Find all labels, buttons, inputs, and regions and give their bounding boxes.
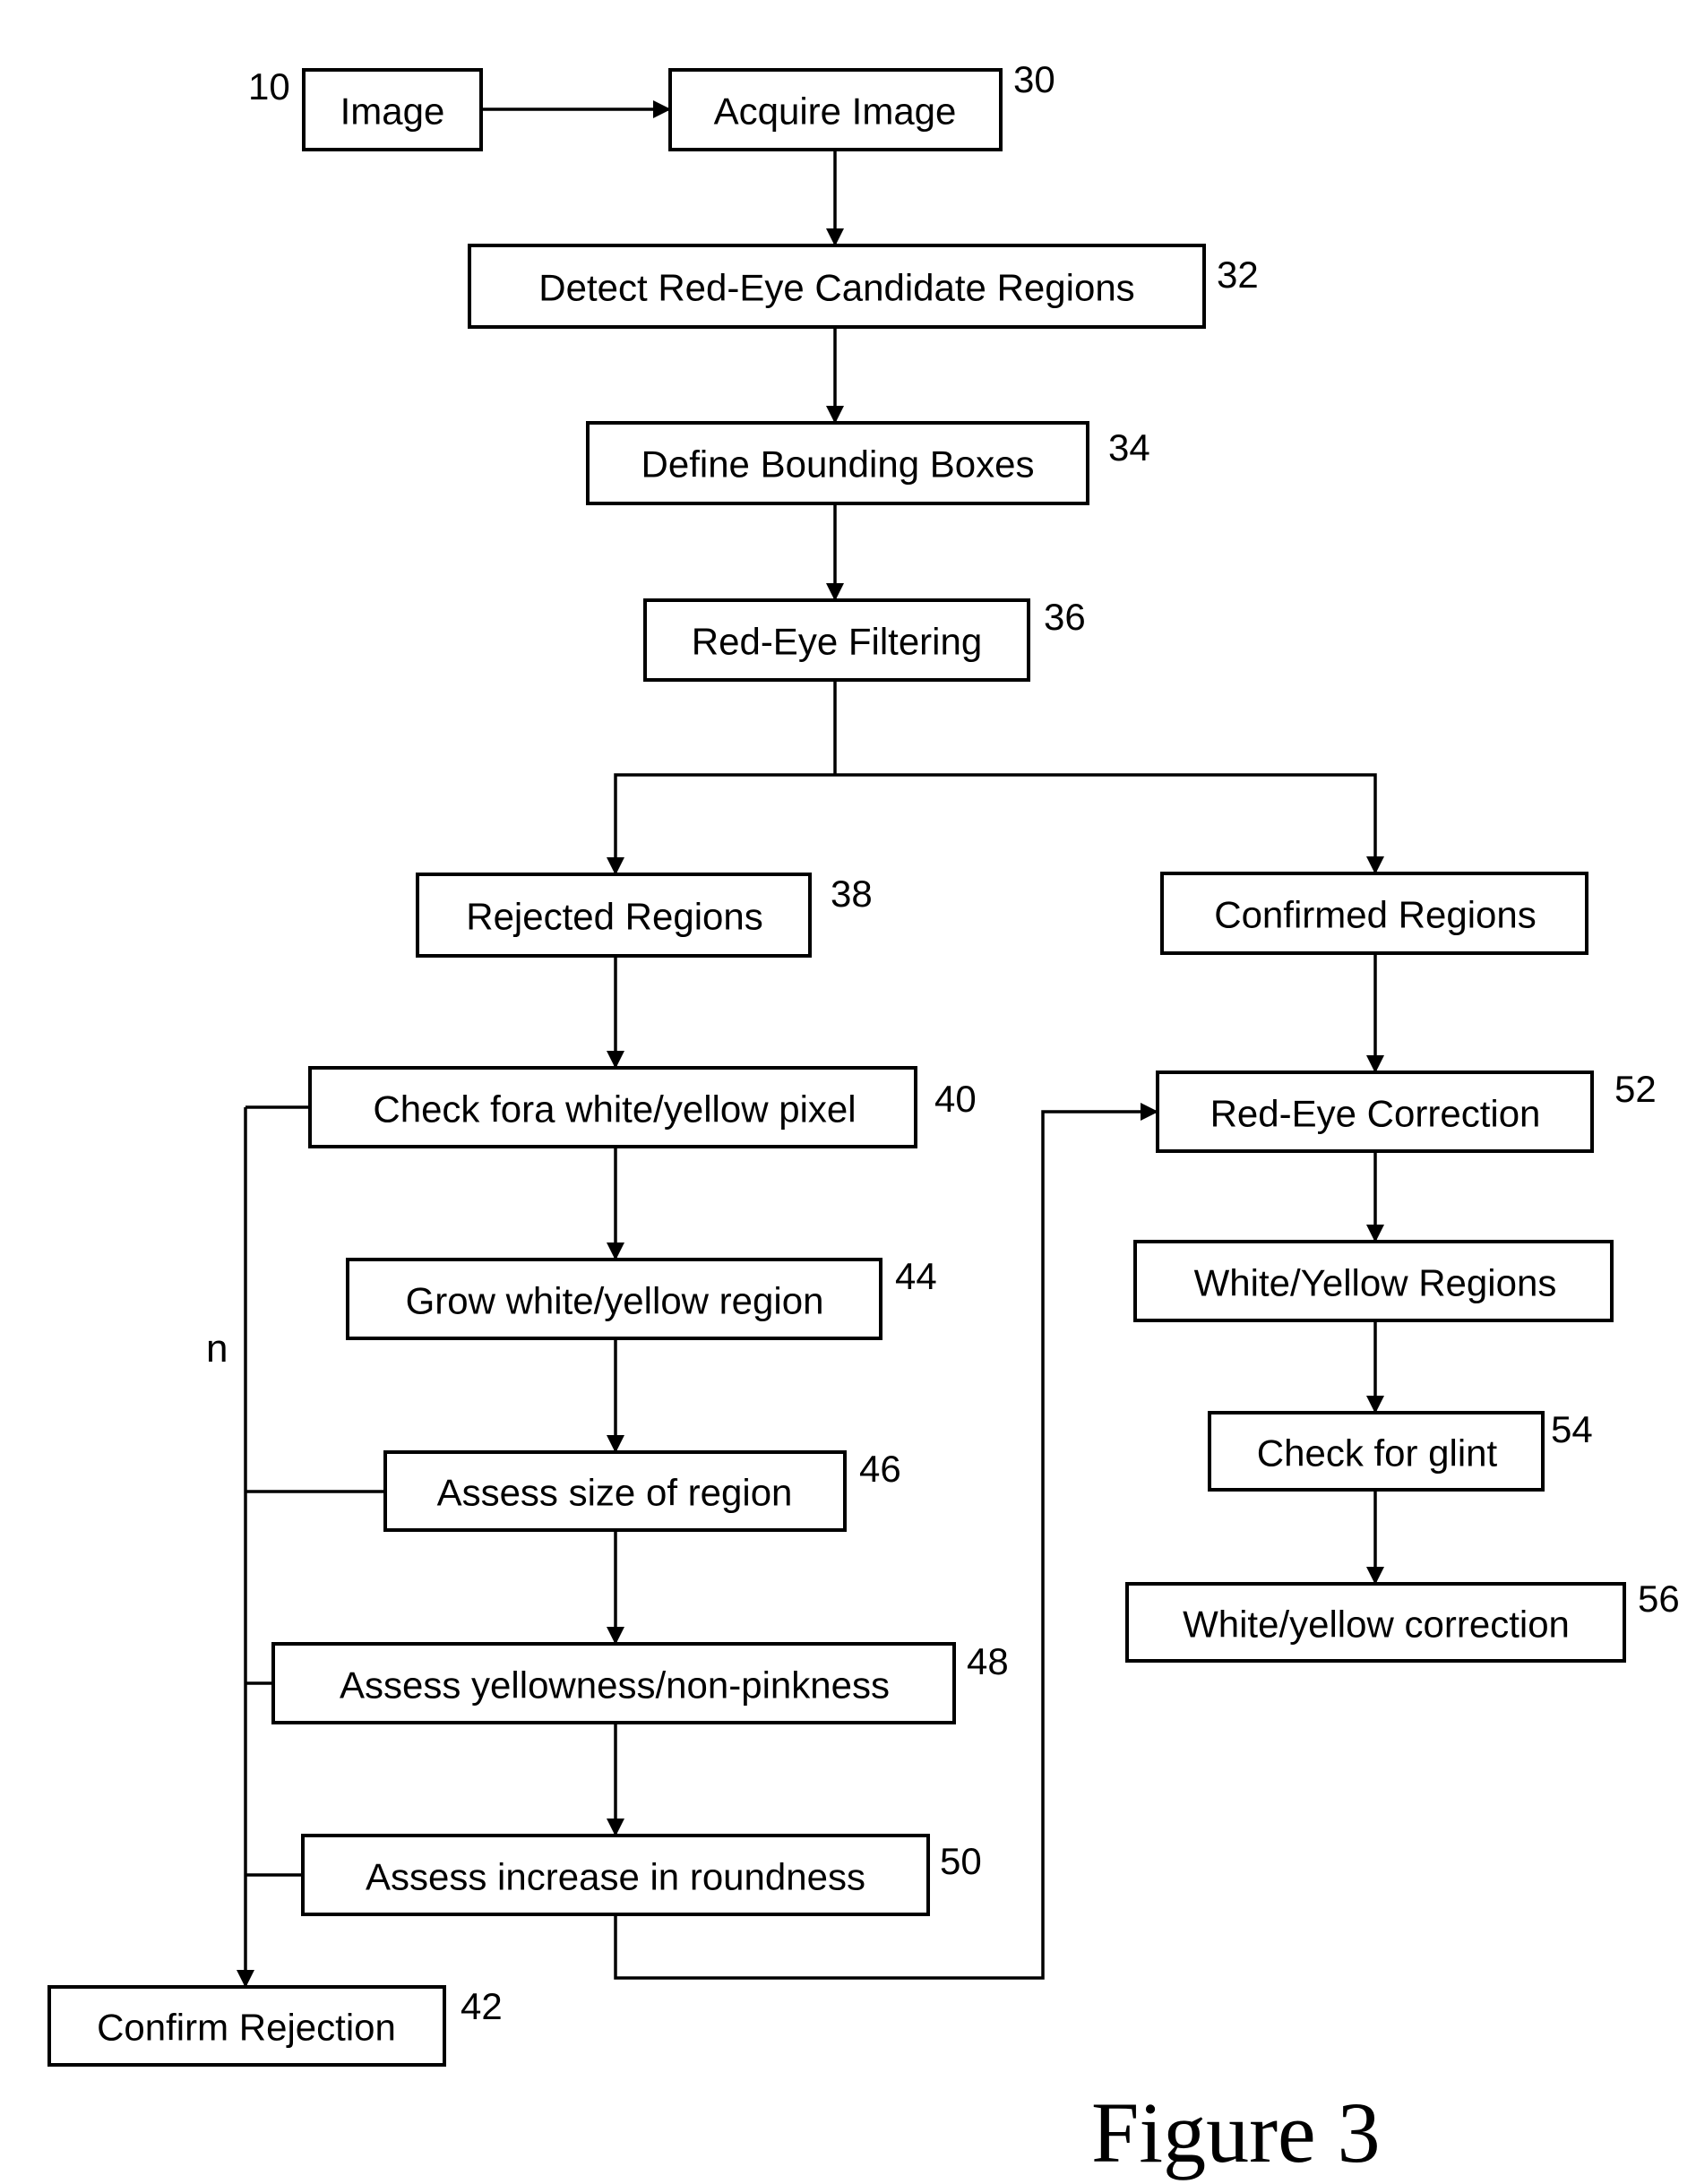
ref-number: 56: [1638, 1578, 1680, 1620]
node-label: Grow white/yellow region: [406, 1280, 824, 1322]
edge-filtering-to-rejected: [607, 773, 835, 875]
ref-number: 54: [1551, 1408, 1593, 1450]
node-label: Red-Eye Correction: [1210, 1093, 1541, 1135]
node-red-eye-filtering: Red-Eye Filtering 36: [643, 596, 1086, 682]
node-label: Confirmed Regions: [1214, 894, 1537, 936]
node-grow-region: Grow white/yellow region 44: [346, 1255, 937, 1340]
node-confirmed-regions: Confirmed Regions: [1160, 872, 1588, 955]
ref-number: 48: [967, 1640, 1009, 1682]
ref-number: 36: [1044, 596, 1086, 638]
flowchart: Image 10 Acquire Image 30 Detect Red-Eye…: [47, 58, 1680, 2180]
ref-number: 42: [461, 1985, 503, 2027]
node-label: Check for glint: [1257, 1432, 1498, 1475]
ref-number: 40: [934, 1078, 977, 1120]
ref-number: 10: [248, 65, 290, 107]
node-label: Confirm Rejection: [97, 2007, 396, 2049]
node-label: Assess increase in roundness: [366, 1856, 865, 1898]
ref-number: 52: [1614, 1068, 1657, 1110]
node-label: White/Yellow Regions: [1194, 1262, 1557, 1304]
node-label: Acquire Image: [714, 90, 957, 133]
node-label: Red-Eye Filtering: [692, 621, 982, 663]
ref-number: 30: [1013, 58, 1055, 100]
node-label: Detect Red-Eye Candidate Regions: [538, 267, 1134, 309]
node-assess-size: Assess size of region 46: [383, 1448, 901, 1532]
node-image: Image 10: [248, 65, 483, 151]
node-label: Rejected Regions: [466, 896, 763, 938]
node-acquire-image: Acquire Image 30: [668, 58, 1055, 151]
node-label: Assess yellowness/non-pinkness: [340, 1664, 890, 1707]
node-label: Define Bounding Boxes: [641, 443, 1035, 486]
ref-number: 32: [1217, 254, 1259, 296]
node-check-glint: Check for glint 54: [1208, 1408, 1593, 1492]
node-white-yellow-regions: White/Yellow Regions: [1133, 1240, 1614, 1322]
ref-number: 46: [859, 1448, 901, 1490]
ref-number: 50: [940, 1840, 982, 1882]
node-detect-candidates: Detect Red-Eye Candidate Regions 32: [468, 244, 1259, 329]
node-assess-roundness: Assess increase in roundness 50: [301, 1834, 982, 1916]
branch-label-n: n: [206, 1327, 228, 1371]
node-define-bounding-boxes: Define Bounding Boxes 34: [586, 421, 1150, 505]
node-label: Check fora white/yellow pixel: [373, 1088, 856, 1131]
edge-filtering-to-confirmed: [835, 773, 1384, 874]
node-white-yellow-correction: White/yellow correction 56: [1125, 1578, 1680, 1663]
node-check-white-yellow-pixel: Check fora white/yellow pixel 40: [308, 1066, 977, 1148]
ref-number: 34: [1108, 426, 1150, 469]
node-rejected-regions: Rejected Regions 38: [416, 873, 873, 958]
node-red-eye-correction: Red-Eye Correction 52: [1156, 1068, 1657, 1153]
node-confirm-rejection: Confirm Rejection 42: [47, 1985, 503, 2067]
ref-number: 38: [831, 873, 873, 915]
node-assess-yellowness: Assess yellowness/non-pinkness 48: [271, 1640, 1009, 1724]
node-label: Image: [340, 90, 445, 133]
node-label: Assess size of region: [437, 1472, 793, 1514]
ref-number: 44: [895, 1255, 937, 1297]
figure-caption: Figure 3: [1091, 2085, 1381, 2180]
node-label: White/yellow correction: [1183, 1604, 1570, 1646]
